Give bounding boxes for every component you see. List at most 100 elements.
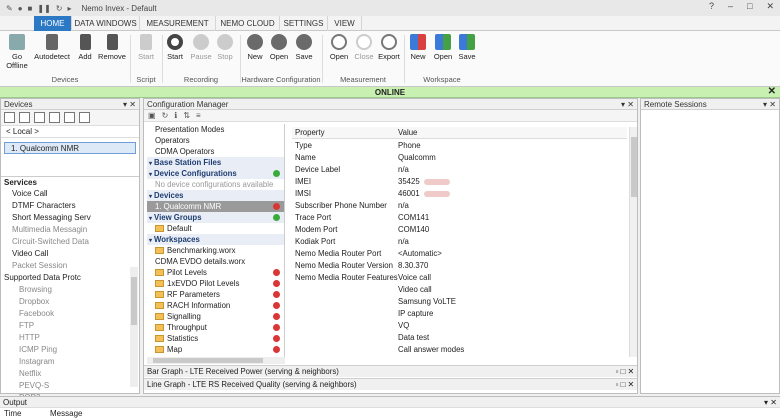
- service-item[interactable]: Multimedia Messagin: [1, 224, 139, 236]
- service-item[interactable]: Short Messaging Serv: [1, 212, 139, 224]
- device-item[interactable]: 1. Qualcomm NMR: [4, 142, 136, 154]
- property-row[interactable]: Samsung VoLTE: [292, 296, 627, 308]
- save-icon[interactable]: ▣: [148, 111, 156, 120]
- property-row[interactable]: VQ: [292, 320, 627, 332]
- tree-node[interactable]: 1xEVDO Pilot Levels: [147, 278, 284, 289]
- arrow-icon[interactable]: ▸: [68, 4, 72, 13]
- tree-node[interactable]: 1. Qualcomm NMR: [147, 201, 284, 212]
- tree-node[interactable]: Default: [147, 223, 284, 234]
- property-row[interactable]: Type Phone: [292, 140, 627, 152]
- export-button[interactable]: Export: [373, 34, 405, 61]
- service-item[interactable]: Video Call: [1, 248, 139, 260]
- pin-close-icon[interactable]: ▾ ✕: [763, 99, 776, 110]
- connect-icon[interactable]: [49, 112, 60, 123]
- remove-icon[interactable]: [273, 335, 280, 342]
- protocol-item[interactable]: FTP: [1, 320, 139, 332]
- help-icon[interactable]: ?: [709, 1, 714, 12]
- property-row[interactable]: Nemo Media Router Features Voice call: [292, 272, 627, 284]
- protocol-item[interactable]: HTTP: [1, 332, 139, 344]
- tree-node[interactable]: Presentation Modes: [147, 124, 284, 135]
- tab-data-windows[interactable]: DATA WINDOWS: [72, 16, 140, 31]
- tab-view[interactable]: VIEW: [328, 16, 362, 31]
- go-offline-button[interactable]: Go Offline: [2, 34, 32, 70]
- pin-close-icon[interactable]: ▾ ✕: [123, 99, 136, 110]
- remove-icon[interactable]: [273, 346, 280, 353]
- record-icon[interactable]: ●: [18, 4, 23, 13]
- add-icon[interactable]: [273, 170, 280, 177]
- pause-icon[interactable]: ❚❚: [37, 4, 50, 13]
- refresh-icon[interactable]: ↻: [56, 4, 63, 13]
- add-icon[interactable]: [4, 112, 15, 123]
- property-row[interactable]: IMSI 46001: [292, 188, 627, 200]
- info-icon[interactable]: [64, 112, 75, 123]
- tree-node[interactable]: RACH Information: [147, 300, 284, 311]
- tree-node[interactable]: Statistics: [147, 333, 284, 344]
- value-column-header[interactable]: Value: [398, 127, 417, 139]
- edit-icon[interactable]: [34, 112, 45, 123]
- autodetect-button[interactable]: Autodetect: [33, 34, 71, 61]
- protocol-item[interactable]: Netflix: [1, 368, 139, 380]
- tree-node[interactable]: Signalling: [147, 311, 284, 322]
- property-row[interactable]: Trace Port COM141: [292, 212, 627, 224]
- script-start-button[interactable]: Start: [131, 34, 161, 61]
- close-icon[interactable]: ✕: [766, 1, 774, 12]
- filter-icon[interactable]: ≡: [196, 111, 201, 120]
- tree-node[interactable]: ▾ Workspaces: [147, 234, 284, 245]
- refresh-icon[interactable]: ↻: [162, 111, 169, 120]
- remove-device-button[interactable]: Remove: [95, 34, 129, 61]
- property-row[interactable]: Device Label n/a: [292, 164, 627, 176]
- tab-home[interactable]: HOME: [34, 16, 72, 31]
- tree-node[interactable]: RF Parameters: [147, 289, 284, 300]
- protocol-item[interactable]: ICMP Ping: [1, 344, 139, 356]
- remove-icon[interactable]: [273, 302, 280, 309]
- add-icon[interactable]: [273, 214, 280, 221]
- property-row[interactable]: Name Qualcomm: [292, 152, 627, 164]
- time-column-header[interactable]: Time: [4, 408, 21, 419]
- arrow-icon[interactable]: ⇅: [183, 111, 190, 120]
- services-header[interactable]: Services: [1, 176, 139, 188]
- property-row[interactable]: Call answer modes: [292, 344, 627, 356]
- protocol-item[interactable]: Instagram: [1, 356, 139, 368]
- pin-close-icon[interactable]: ▾ ✕: [621, 99, 634, 110]
- stop-button[interactable]: Stop: [210, 34, 240, 61]
- tab-nemo-cloud[interactable]: NEMO CLOUD: [216, 16, 280, 31]
- remove-icon[interactable]: [273, 291, 280, 298]
- maximize-icon[interactable]: □: [747, 1, 752, 12]
- property-row[interactable]: Subscriber Phone Number n/a: [292, 200, 627, 212]
- service-item[interactable]: DTMF Characters: [1, 200, 139, 212]
- scrollbar[interactable]: [130, 267, 138, 387]
- protocol-item[interactable]: Facebook: [1, 308, 139, 320]
- tree-node[interactable]: Map: [147, 344, 284, 355]
- tree-scrollbar[interactable]: [147, 357, 285, 364]
- property-row[interactable]: Video call: [292, 284, 627, 296]
- tree-node[interactable]: CDMA EVDO details.worx: [147, 256, 284, 267]
- window-controls-icon[interactable]: ▫ □ ✕: [616, 366, 634, 378]
- info-icon[interactable]: ℹ: [174, 111, 177, 120]
- tree-node[interactable]: Throughput: [147, 322, 284, 333]
- property-row[interactable]: Data test: [292, 332, 627, 344]
- line-graph-window[interactable]: Line Graph - LTE RS Received Quality (se…: [144, 378, 637, 390]
- remove-icon[interactable]: [273, 203, 280, 210]
- pin-close-icon[interactable]: ▾ ✕: [764, 397, 777, 408]
- protocol-item[interactable]: Browsing: [1, 284, 139, 296]
- tab-measurement[interactable]: MEASUREMENT: [140, 16, 216, 31]
- workspace-save-button[interactable]: Save: [452, 34, 482, 61]
- tree-node[interactable]: Operators: [147, 135, 284, 146]
- property-row[interactable]: IMEI 35425: [292, 176, 627, 188]
- remove-icon[interactable]: [273, 313, 280, 320]
- tree-node[interactable]: ▾ Base Station Files: [147, 157, 284, 168]
- tree-node[interactable]: CDMA Operators: [147, 146, 284, 157]
- remove-icon[interactable]: [273, 280, 280, 287]
- tree-node[interactable]: ▾ Devices: [147, 190, 284, 201]
- service-item[interactable]: Packet Session: [1, 260, 139, 272]
- bar-graph-window[interactable]: Bar Graph - LTE Received Power (serving …: [144, 365, 637, 377]
- tree-node[interactable]: Benchmarking.worx: [147, 245, 284, 256]
- property-scrollbar[interactable]: [629, 127, 637, 357]
- protocol-item[interactable]: Dropbox: [1, 296, 139, 308]
- network-icon[interactable]: [79, 112, 90, 123]
- pin-icon[interactable]: ✎: [6, 4, 13, 13]
- property-row[interactable]: Nemo Media Router Port <Automatic>: [292, 248, 627, 260]
- tree-node[interactable]: ▾ View Groups: [147, 212, 284, 223]
- stop-icon[interactable]: ■: [28, 4, 33, 13]
- settings-icon[interactable]: [19, 112, 30, 123]
